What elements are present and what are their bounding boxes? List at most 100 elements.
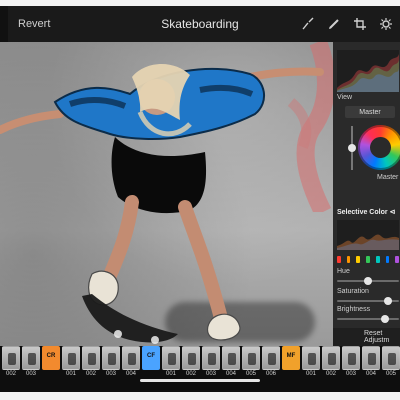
swatch-4[interactable] <box>366 256 370 263</box>
selective-histogram-svg <box>337 234 399 250</box>
histogram-svg <box>337 54 399 92</box>
filmstrip-thumb[interactable] <box>162 346 180 370</box>
filmstrip-thumb[interactable] <box>82 346 100 370</box>
swatch-3[interactable] <box>356 256 361 263</box>
swatch-2[interactable] <box>346 256 351 263</box>
thumb-skater-icon <box>248 353 256 365</box>
filmstrip-thumb[interactable] <box>122 346 140 370</box>
filmstrip-caption <box>42 371 60 381</box>
thumb-skater-icon <box>388 353 396 365</box>
filmstrip-tag-text: CF <box>147 353 155 359</box>
right-toolbar-group <box>300 6 400 42</box>
right-adjustments-panel: View Master Master Selective Color ⊲ Hue… <box>333 42 400 346</box>
thumb-skater-icon <box>128 353 136 365</box>
thumb-skater-icon <box>268 353 276 365</box>
filmstrip-tag-text: MF <box>286 353 296 359</box>
filmstrip-caption: 003 <box>105 371 116 377</box>
filmstrip-tag-thumb[interactable]: MF <box>282 346 300 370</box>
filmstrip-thumb[interactable] <box>22 346 40 370</box>
brush-icon-svg <box>302 17 314 30</box>
settings-center <box>382 20 390 28</box>
brush-stroke <box>302 22 309 30</box>
filmstrip-thumb[interactable] <box>342 346 360 370</box>
pencil-icon-svg <box>329 19 339 29</box>
thumbnail-row: CR CF MF <box>2 346 400 370</box>
filmstrip-thumb[interactable] <box>262 346 280 370</box>
filmstrip-thumb[interactable] <box>182 346 200 370</box>
filmstrip-caption: 002 <box>325 371 336 377</box>
selective-color-swatches <box>337 256 400 264</box>
brightness-label: Brightness <box>337 306 371 313</box>
filmstrip-caption: 002 <box>85 371 96 377</box>
swatch-7[interactable] <box>395 256 400 263</box>
wheel-2 <box>151 336 159 344</box>
thumb-skater-icon <box>168 353 176 365</box>
saturation-label: Saturation <box>337 288 369 295</box>
filmstrip-thumb[interactable] <box>202 346 220 370</box>
hue-slider[interactable] <box>337 277 399 285</box>
left-leg <box>101 195 139 287</box>
brush-icon[interactable] <box>300 16 316 32</box>
filmstrip-thumb[interactable] <box>382 346 400 370</box>
pencil-icon[interactable] <box>326 16 342 32</box>
filmstrip-caption <box>282 371 300 381</box>
skateboard <box>82 294 178 343</box>
filmstrip-thumb[interactable] <box>102 346 120 370</box>
settings-icon[interactable] <box>378 16 394 32</box>
thumb-skater-icon <box>348 353 356 365</box>
swatch-6[interactable] <box>385 256 390 263</box>
brush-handle <box>308 17 314 23</box>
filmstrip-thumb[interactable] <box>62 346 80 370</box>
swatch-1[interactable] <box>337 256 341 263</box>
master-dropdown[interactable]: Master <box>345 106 395 118</box>
filmstrip-tag-text: CR <box>46 353 56 359</box>
reset-adjustments-button[interactable]: Reset Adjustm <box>333 328 400 346</box>
filmstrip-thumb[interactable] <box>302 346 320 370</box>
settings-teeth <box>380 18 392 30</box>
top-toolbar: Revert Skateboarding <box>0 6 400 42</box>
filmstrip-thumb[interactable] <box>242 346 260 370</box>
color-wheel[interactable] <box>358 125 400 170</box>
filmstrip-thumb[interactable] <box>222 346 240 370</box>
wheel-1 <box>114 330 122 338</box>
thumb-skater-icon <box>228 353 236 365</box>
filmstrip-caption: 006 <box>265 371 276 377</box>
saturation-slider-knob[interactable] <box>383 297 392 305</box>
selective-color-histogram <box>337 220 399 250</box>
hue-slider-knob[interactable] <box>364 277 372 285</box>
wheel-vertical-slider[interactable] <box>348 126 356 170</box>
filmstrip-caption: 004 <box>365 371 376 377</box>
vertical-slider-knob[interactable] <box>348 144 356 152</box>
crop-icon-svg <box>354 18 366 30</box>
brightness-slider-knob[interactable] <box>381 315 390 323</box>
brightness-slider[interactable] <box>337 315 399 323</box>
right-shoe <box>206 313 241 341</box>
filmstrip-thumb[interactable] <box>2 346 20 370</box>
crop-l2 <box>354 20 364 30</box>
filmstrip-thumb[interactable] <box>362 346 380 370</box>
thumb-skater-icon <box>108 353 116 365</box>
app-window: Revert Skateboarding View Master Master … <box>0 0 400 400</box>
thumb-skater-icon <box>28 353 36 365</box>
right-leg <box>178 200 229 329</box>
view-label: View <box>337 94 353 101</box>
thumb-skater-icon <box>8 353 16 365</box>
photo-canvas[interactable] <box>0 42 333 346</box>
thumb-skater-icon <box>188 353 196 365</box>
home-indicator[interactable] <box>140 379 260 382</box>
saturation-slider[interactable] <box>337 297 399 305</box>
swatch-5[interactable] <box>375 256 380 263</box>
filmstrip-caption: 003 <box>25 371 36 377</box>
wheel-master-label: Master <box>377 174 399 181</box>
crop-icon[interactable] <box>352 16 368 32</box>
filmstrip-tag-thumb[interactable]: CR <box>42 346 60 370</box>
filmstrip-caption: 001 <box>305 371 316 377</box>
bottom-bezel <box>0 392 400 400</box>
selective-color-label: Selective Color <box>337 209 388 216</box>
filmstrip-tag-thumb[interactable]: CF <box>142 346 160 370</box>
histogram <box>337 50 399 92</box>
selective-color-badge: ⊲ <box>389 209 396 216</box>
filmstrip-thumb[interactable] <box>322 346 340 370</box>
left-arm <box>0 110 64 134</box>
skater-illustration <box>0 63 324 344</box>
